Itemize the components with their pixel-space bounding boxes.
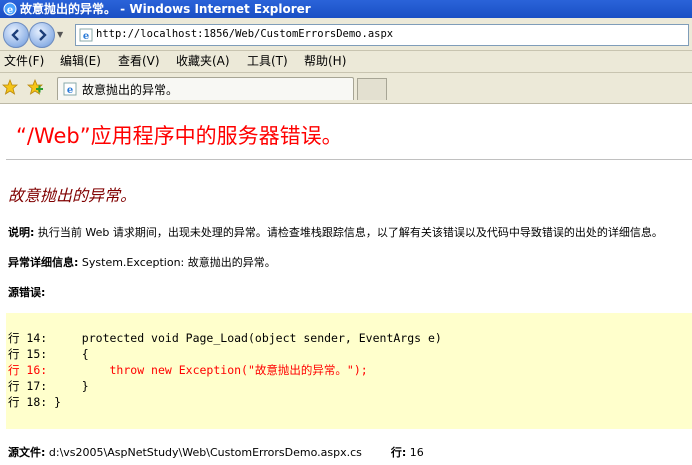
source-error-line: 源错误: (8, 284, 45, 300)
navigation-toolbar: ▼ e (0, 18, 692, 51)
forward-button[interactable] (29, 22, 55, 48)
source-file-label: 源文件: (8, 446, 46, 459)
exception-label: 异常详细信息: (8, 256, 79, 269)
description-text: 执行当前 Web 请求期间，出现未处理的异常。请检查堆栈跟踪信息，以了解有关该错… (37, 226, 663, 239)
svg-text:e: e (7, 5, 13, 16)
code-line: 行 17: } (8, 379, 89, 393)
new-tab-button[interactable] (357, 78, 387, 100)
source-code-block: 行 14: protected void Page_Load(object se… (6, 313, 692, 429)
url-input[interactable] (96, 26, 681, 42)
page-content: “/Web”应用程序中的服务器错误。 故意抛出的异常。 说明: 执行当前 Web… (0, 104, 692, 465)
favorites-star-icon[interactable] (2, 79, 18, 95)
code-line: 行 18: } (8, 395, 62, 409)
page-ie-icon: e (63, 82, 77, 96)
svg-text:e: e (67, 85, 73, 96)
add-favorite-icon[interactable] (27, 79, 43, 95)
address-bar[interactable]: e (75, 24, 689, 46)
arrow-right-icon (39, 29, 47, 41)
arrow-left-icon (11, 29, 19, 41)
code-line: 行 14: protected void Page_Load(object se… (8, 331, 442, 345)
tab-active[interactable]: e 故意抛出的异常。 (57, 77, 354, 100)
exception-line: 异常详细信息: System.Exception: 故意抛出的异常。 (8, 254, 276, 270)
exception-text: System.Exception: 故意抛出的异常。 (81, 256, 276, 269)
description-label: 说明: (8, 226, 35, 239)
code-line-error: 行 16: throw new Exception("故意抛出的异常。"); (8, 363, 368, 377)
menu-bar: 文件(F) 编辑(E) 查看(V) 收藏夹(A) 工具(T) 帮助(H) (0, 51, 692, 73)
page-ie-icon: e (79, 28, 93, 42)
source-file-path: d:\vs2005\AspNetStudy\Web\CustomErrorsDe… (48, 446, 362, 459)
menu-file[interactable]: 文件(F) (2, 51, 46, 72)
divider (6, 159, 692, 160)
ie-logo-icon: e (3, 2, 17, 16)
code-line: 行 15: { (8, 347, 89, 361)
error-message: 故意抛出的异常。 (8, 186, 137, 205)
source-error-label: 源错误: (8, 286, 46, 299)
menu-view[interactable]: 查看(V) (116, 51, 162, 72)
menu-help[interactable]: 帮助(H) (302, 51, 348, 72)
window-title: 故意抛出的异常。 - Windows Internet Explorer (20, 2, 311, 16)
menu-tools[interactable]: 工具(T) (245, 51, 290, 72)
description-line: 说明: 执行当前 Web 请求期间，出现未处理的异常。请检查堆栈跟踪信息，以了解… (8, 224, 663, 240)
svg-text:e: e (83, 31, 89, 42)
tab-title: 故意抛出的异常。 (82, 83, 179, 97)
line-number: 16 (409, 446, 424, 459)
source-file-line: 源文件: d:\vs2005\AspNetStudy\Web\CustomErr… (8, 444, 424, 460)
menu-favorites[interactable]: 收藏夹(A) (174, 51, 232, 72)
history-dropdown-icon[interactable]: ▼ (57, 30, 63, 39)
tab-bar: e 故意抛出的异常。 (0, 73, 692, 104)
menu-edit[interactable]: 编辑(E) (58, 51, 103, 72)
back-button[interactable] (3, 22, 29, 48)
window-title-bar[interactable]: e 故意抛出的异常。 - Windows Internet Explorer (0, 0, 692, 18)
page-heading: “/Web”应用程序中的服务器错误。 (16, 124, 343, 148)
line-label: 行: (390, 446, 407, 459)
